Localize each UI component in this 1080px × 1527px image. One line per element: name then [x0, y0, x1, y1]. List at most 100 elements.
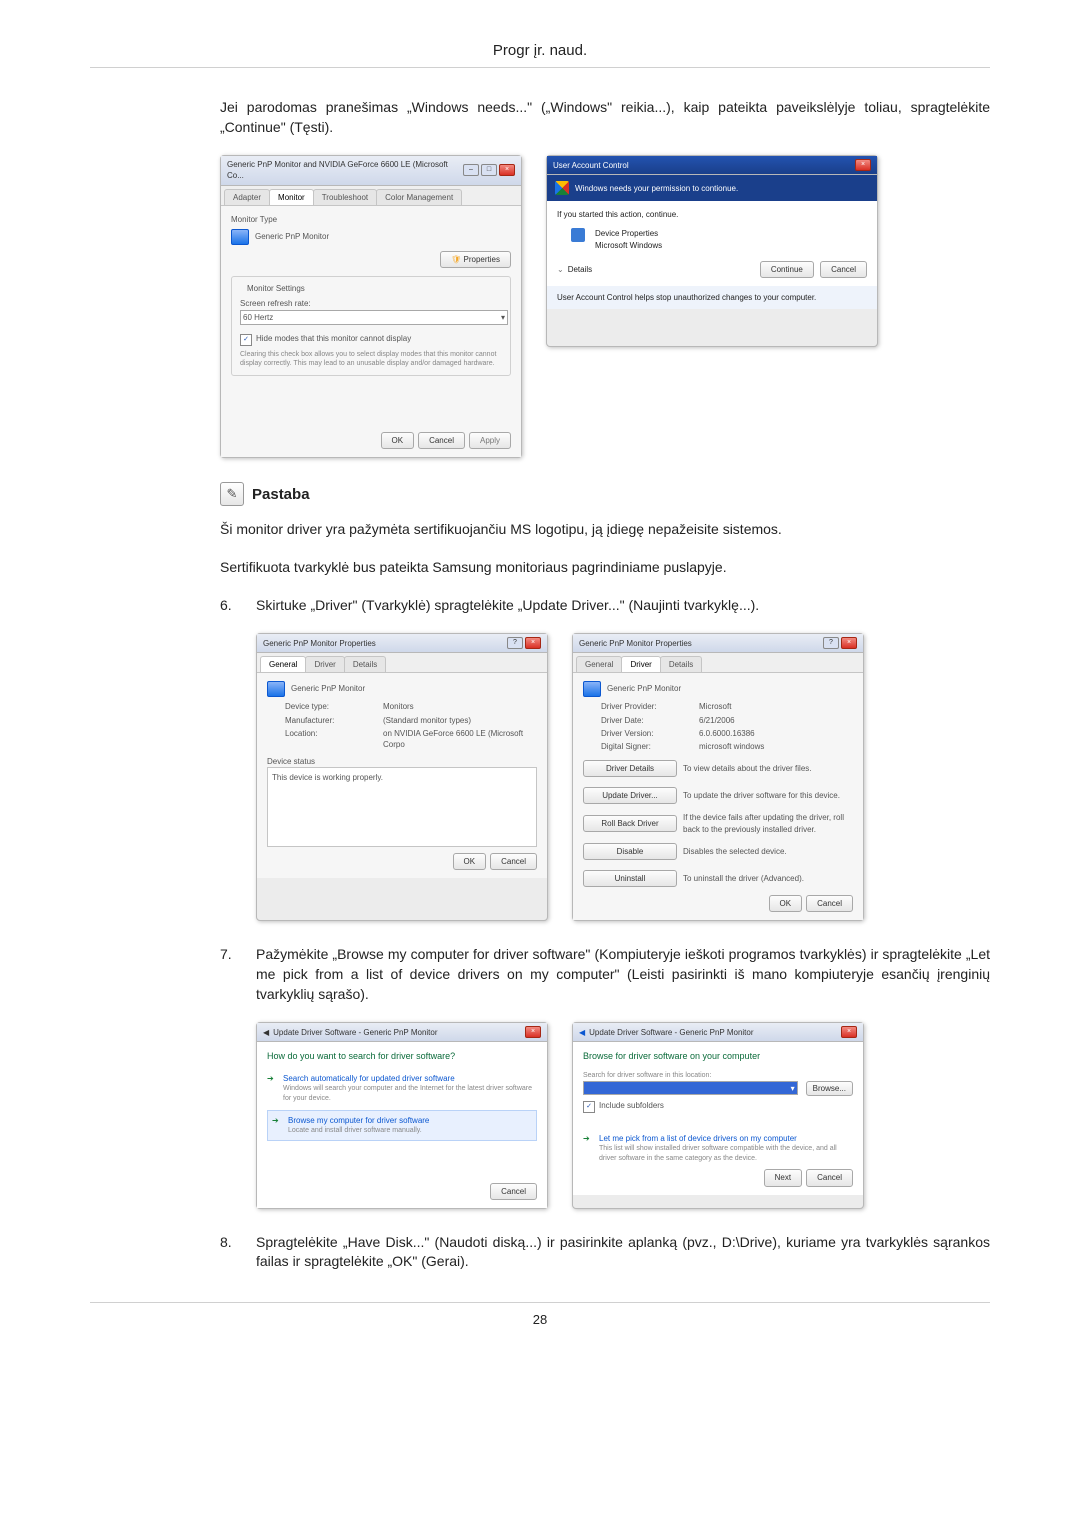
uninstall-button[interactable]: Uninstall: [583, 870, 677, 887]
roll-back-driver-button[interactable]: Roll Back Driver: [583, 815, 677, 832]
back-icon[interactable]: ◀: [263, 1027, 269, 1038]
cancel-button[interactable]: Cancel: [490, 853, 537, 870]
next-button[interactable]: Next: [764, 1169, 802, 1186]
note-label: Pastaba: [252, 484, 310, 505]
option-desc: This list will show installed driver sof…: [599, 1144, 853, 1164]
ok-button[interactable]: OK: [381, 432, 415, 449]
include-subfolders-label: Include subfolders: [599, 1101, 664, 1110]
close-button[interactable]: ×: [841, 1026, 857, 1038]
disable-button[interactable]: Disable: [583, 843, 677, 860]
arrow-icon: ➔: [267, 1073, 277, 1084]
cancel-button[interactable]: Cancel: [806, 1169, 853, 1186]
ok-button[interactable]: OK: [769, 895, 803, 912]
note-icon: ✎: [220, 482, 244, 506]
manufacturer-label: Manufacturer:: [285, 715, 375, 726]
note-paragraph-1: Ši monitor driver yra pažymėta sertifiku…: [220, 520, 990, 540]
chevron-down-icon[interactable]: ⌄: [557, 264, 564, 275]
properties-button[interactable]: 🛡 Properties: [440, 251, 511, 268]
uac-footer: User Account Control helps stop unauthor…: [547, 286, 877, 309]
driver-date-label: Driver Date:: [601, 715, 691, 726]
minimize-button[interactable]: –: [463, 164, 479, 176]
shield-icon: [555, 181, 569, 195]
tab-driver[interactable]: Driver: [621, 656, 660, 672]
uac-started-text: If you started this action, continue.: [557, 209, 867, 220]
wizard-heading: Browse for driver software on your compu…: [583, 1050, 853, 1063]
ok-button[interactable]: OK: [453, 853, 487, 870]
driver-provider-label: Driver Provider:: [601, 701, 691, 712]
continue-button[interactable]: Continue: [760, 261, 814, 278]
apply-button[interactable]: Apply: [469, 432, 511, 449]
tab-details[interactable]: Details: [344, 656, 386, 672]
update-driver-desc: To update the driver software for this d…: [683, 790, 853, 801]
program-icon: [571, 228, 585, 242]
option-pick-from-list[interactable]: ➔ Let me pick from a list of device driv…: [583, 1133, 853, 1164]
uac-publisher: Microsoft Windows: [595, 240, 662, 251]
tab-details[interactable]: Details: [660, 656, 702, 672]
monitor-settings-legend: Monitor Settings: [244, 283, 308, 294]
driver-version-label: Driver Version:: [601, 728, 691, 739]
tab-general[interactable]: General: [260, 656, 306, 672]
details-toggle[interactable]: Details: [568, 264, 592, 275]
figure-row-2: Generic PnP Monitor Properties ?× Genera…: [220, 633, 990, 921]
refresh-rate-select[interactable]: 60 Hertz▾: [240, 310, 508, 325]
uac-program-name: Device Properties: [595, 228, 662, 239]
step-8: 8. Spragtelėkite „Have Disk..." (Naudoti…: [220, 1233, 990, 1272]
tab-general[interactable]: General: [576, 656, 622, 672]
tab-color-management[interactable]: Color Management: [376, 189, 462, 205]
close-button[interactable]: ×: [525, 1026, 541, 1038]
location-input[interactable]: ▾: [583, 1081, 798, 1095]
option-title: Let me pick from a list of device driver…: [599, 1133, 853, 1144]
option-desc: Windows will search your computer and th…: [283, 1084, 537, 1104]
close-button[interactable]: ×: [855, 159, 871, 171]
page-number: 28: [90, 1311, 990, 1329]
hide-modes-checkbox[interactable]: ✓: [240, 334, 252, 346]
cancel-button[interactable]: Cancel: [490, 1183, 537, 1200]
tab-driver[interactable]: Driver: [305, 656, 344, 672]
monitor-settings-group: Monitor Settings Screen refresh rate: 60…: [231, 276, 511, 376]
option-browse-computer[interactable]: ➔ Browse my computer for driver software…: [267, 1110, 537, 1141]
tab-monitor[interactable]: Monitor: [269, 189, 314, 205]
location-label: Search for driver software in this locat…: [583, 1071, 853, 1081]
cancel-button[interactable]: Cancel: [820, 261, 867, 278]
include-subfolders-checkbox[interactable]: ✓: [583, 1101, 595, 1113]
manufacturer-value: (Standard monitor types): [383, 715, 537, 726]
monitor-properties-window: Generic PnP Monitor and NVIDIA GeForce 6…: [220, 155, 522, 458]
step-number: 6.: [220, 596, 240, 616]
close-button[interactable]: ×: [499, 164, 515, 176]
help-button[interactable]: ?: [507, 637, 523, 649]
device-type-value: Monitors: [383, 701, 537, 712]
device-status-box: This device is working properly.: [267, 767, 537, 847]
dialog-buttons: OK Cancel Apply: [231, 432, 511, 449]
tab-adapter[interactable]: Adapter: [224, 189, 270, 205]
window-title: Generic PnP Monitor Properties: [579, 638, 692, 649]
roll-back-driver-desc: If the device fails after updating the d…: [683, 812, 853, 834]
cancel-button[interactable]: Cancel: [418, 432, 465, 449]
maximize-button[interactable]: □: [481, 164, 497, 176]
page-body: Jei parodomas pranešimas „Windows needs.…: [90, 98, 990, 1272]
page-header: Progr įr. naud.: [90, 40, 990, 61]
step-7: 7. Pažymėkite „Browse my computer for dr…: [220, 945, 990, 1004]
browse-button[interactable]: Browse...: [806, 1081, 853, 1096]
intro-paragraph: Jei parodomas pranešimas „Windows needs.…: [220, 98, 990, 137]
driver-provider-value: Microsoft: [699, 701, 853, 712]
device-properties-driver: Generic PnP Monitor Properties ?× Genera…: [572, 633, 864, 921]
driver-details-desc: To view details about the driver files.: [683, 763, 853, 774]
close-button[interactable]: ×: [841, 637, 857, 649]
help-button[interactable]: ?: [823, 637, 839, 649]
cancel-button[interactable]: Cancel: [806, 895, 853, 912]
option-search-auto[interactable]: ➔ Search automatically for updated drive…: [267, 1073, 537, 1104]
footer-rule: [90, 1302, 990, 1303]
update-driver-step2: ◀Update Driver Software - Generic PnP Mo…: [572, 1022, 864, 1209]
driver-details-button[interactable]: Driver Details: [583, 760, 677, 777]
close-button[interactable]: ×: [525, 637, 541, 649]
tab-troubleshoot[interactable]: Troubleshoot: [313, 189, 377, 205]
window-title: Generic PnP Monitor Properties: [263, 638, 376, 649]
arrow-icon: ➔: [583, 1133, 593, 1144]
back-icon[interactable]: ◀: [579, 1027, 585, 1038]
update-driver-button[interactable]: Update Driver...: [583, 787, 677, 804]
titlebar: Generic PnP Monitor Properties ?×: [257, 634, 547, 653]
figure-row-3: ◀Update Driver Software - Generic PnP Mo…: [220, 1022, 990, 1209]
device-type-label: Device type:: [285, 701, 375, 712]
monitor-name: Generic PnP Monitor: [255, 232, 329, 241]
hide-modes-note: Clearing this check box allows you to se…: [240, 350, 502, 370]
